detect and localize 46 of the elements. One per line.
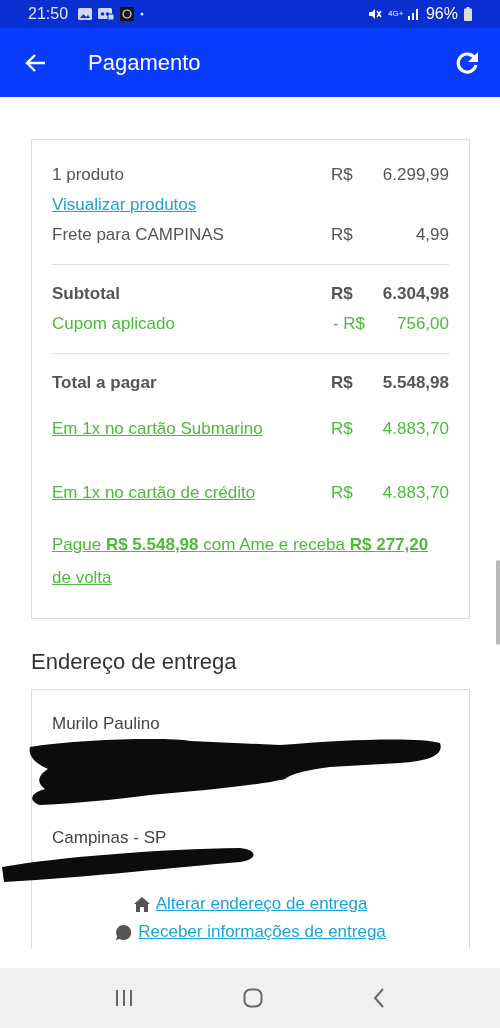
amount-value: 4.883,70 [381,419,449,439]
currency-label: R$ [331,165,354,185]
page-title: Pagamento [88,49,201,76]
battery-level: 96% [425,5,458,23]
back-icon[interactable] [24,52,46,73]
ame-cashback-link[interactable]: Pague R$ 5.548,98 com Ame e receba R$ 277,20 de volta [52,528,432,594]
chat-bubble-icon [115,923,133,941]
mute-icon [367,8,382,20]
app-icon [120,7,135,21]
refresh-icon[interactable] [454,49,480,76]
summary-label: Cupom aplicado [52,314,176,334]
amount-value: 6.299,99 [381,165,449,185]
installment-link[interactable]: Em 1x no cartão Submarino [52,419,331,439]
delivery-link[interactable]: Receber informações de entrega [138,922,386,942]
home-button-icon[interactable] [243,988,263,1008]
currency-label: R$ [331,284,354,304]
section-heading: Endereço de entrega [31,649,238,675]
network-label: 4G+ [387,10,402,18]
recent-apps-icon[interactable] [115,990,133,1006]
currency-label: R$ [331,373,354,393]
amount-value: 4.883,70 [381,483,449,503]
home-icon [133,896,150,912]
summary-label: Subtotal [52,284,121,304]
battery-icon [464,7,472,21]
amount-value: 5.548,98 [381,373,449,393]
view-products-link[interactable]: Visualizar produtos [52,195,197,215]
amount-value: 6.304,98 [381,284,449,304]
delivery-link[interactable]: Alterar endereço de entrega [155,894,368,914]
voicemail-icon [98,8,115,20]
amount-value: 756,00 [396,314,449,334]
installment-link[interactable]: Em 1x no cartão de crédito [52,483,331,503]
status-time: 21:50 [28,5,69,23]
address-city: Campinas - SP [52,827,168,849]
signal-icon [407,8,420,20]
recipient-name: Murilo Paulino [52,713,161,735]
currency-label: R$ [331,419,354,439]
summary-label: 1 produto [52,165,125,185]
currency-label: - R$ [331,314,366,334]
dot-icon [140,12,145,16]
amount-value: 4,99 [414,225,449,245]
summary-label: Frete para CAMPINAS [52,225,225,245]
summary-label: Total a pagar [52,373,158,393]
back-nav-icon[interactable] [373,988,385,1008]
currency-label: R$ [331,225,354,245]
image-icon [78,8,93,20]
currency-label: R$ [331,483,354,503]
